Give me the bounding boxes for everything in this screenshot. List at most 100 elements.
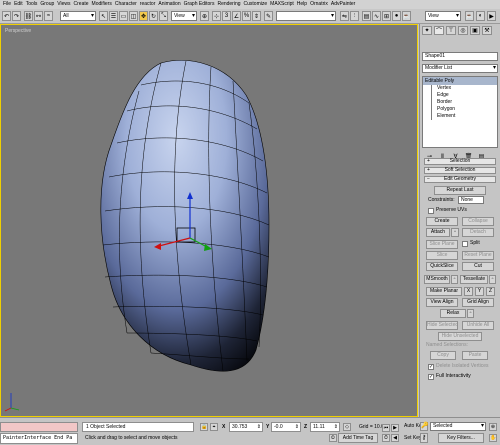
layer-manager-icon[interactable]: ▤ — [362, 11, 371, 21]
make-planar-button[interactable]: Make Planar — [426, 287, 462, 296]
render-scene-icon[interactable]: ☕ — [402, 11, 411, 21]
perspective-viewport[interactable]: Perspective — [0, 24, 418, 417]
hide-selected-button[interactable]: Hide Selected — [426, 321, 458, 330]
menu-tools[interactable]: Tools — [26, 0, 38, 9]
create-tab-icon[interactable]: ✦ — [422, 26, 432, 35]
hide-unselected-button[interactable]: Hide Unselected — [438, 332, 482, 341]
time-tag-icon[interactable]: ⏲ — [329, 434, 337, 442]
undo-icon[interactable]: ↶ — [2, 11, 11, 21]
scale-icon[interactable]: ⤡ — [159, 11, 168, 21]
menu-customize[interactable]: Customize — [244, 0, 268, 9]
key-selection-dropdown[interactable]: Selected — [430, 422, 486, 431]
planar-z-button[interactable]: Z — [486, 287, 495, 296]
object-name-field[interactable]: Shape01 — [422, 52, 498, 61]
time-config-icon[interactable]: ⏱ — [382, 434, 390, 442]
spinner-snap-icon[interactable]: ⇕ — [252, 11, 261, 21]
unlink-icon[interactable]: ⚯ — [34, 11, 43, 21]
menu-animation[interactable]: Animation — [158, 0, 180, 9]
attach-button[interactable]: Attach — [426, 228, 450, 237]
soft-selection-rollout[interactable]: Soft Selection — [424, 167, 496, 174]
relax-settings-button[interactable]: ▫ — [467, 309, 474, 318]
menu-modifiers[interactable]: Modifiers — [92, 0, 112, 9]
tessellate-button[interactable]: Tessellate — [460, 275, 488, 284]
x-coord-field[interactable]: 30.753 — [229, 422, 263, 432]
stack-item-element[interactable]: Element — [423, 113, 497, 120]
unhide-all-button[interactable]: Unhide All — [462, 321, 494, 330]
select-manipulate-icon[interactable]: ⊹ — [212, 11, 221, 21]
auto-key-icon[interactable]: 🔑 — [420, 422, 428, 431]
view-align-button[interactable]: View Align — [426, 298, 458, 307]
maxscript-output[interactable]: PainterInterface End Pa — [0, 433, 78, 444]
menu-character[interactable]: Character — [115, 0, 137, 9]
active-shade-icon[interactable]: ◐ — [476, 11, 485, 21]
slice-button[interactable]: Slice — [426, 251, 458, 260]
selection-rollout[interactable]: Selection — [424, 158, 496, 165]
detach-button[interactable]: Detach — [462, 228, 494, 237]
msmooth-button[interactable]: MSmooth — [424, 275, 450, 284]
modify-tab-icon[interactable]: ⌒ — [434, 26, 444, 35]
menu-group[interactable]: Group — [40, 0, 54, 9]
menu-reactor[interactable]: reactor — [140, 0, 156, 9]
move-icon[interactable]: ✥ — [139, 11, 148, 21]
named-selection-dropdown[interactable] — [276, 11, 336, 21]
collapse-button[interactable]: Collapse — [462, 217, 494, 226]
planar-y-button[interactable]: Y — [475, 287, 484, 296]
redo-icon[interactable]: ↷ — [12, 11, 21, 21]
menu-maxscript[interactable]: MAXScript — [270, 0, 294, 9]
utilities-tab-icon[interactable]: ⚒ — [482, 26, 492, 35]
mirror-icon[interactable]: ⇋ — [340, 11, 349, 21]
menu-help[interactable]: Help — [297, 0, 307, 9]
repeat-last-button[interactable]: Repeat Last — [434, 186, 486, 195]
msmooth-settings-button[interactable]: ▫ — [451, 275, 458, 284]
modifier-list-dropdown[interactable]: Modifier List — [422, 64, 498, 73]
window-crossing-icon[interactable]: ◫ — [129, 11, 138, 21]
select-link-icon[interactable]: ⛓ — [24, 11, 33, 21]
ref-coord-dropdown[interactable]: View — [171, 11, 197, 21]
stack-item-vertex[interactable]: Vertex — [423, 85, 497, 92]
pivot-icon[interactable]: ⊕ — [200, 11, 209, 21]
slice-plane-button[interactable]: Slice Plane — [426, 240, 458, 249]
z-coord-field[interactable]: 11.11 — [310, 422, 340, 432]
menu-views[interactable]: Views — [57, 0, 70, 9]
adaptive-degradation-icon[interactable]: ◇ — [343, 423, 351, 431]
menu-file[interactable]: File — [3, 0, 11, 9]
attach-settings-button[interactable]: ▫ — [451, 228, 459, 237]
select-by-name-icon[interactable]: ☰ — [109, 11, 118, 21]
bind-space-warp-icon[interactable]: ≈ — [44, 11, 53, 21]
edit-named-sel-icon[interactable]: ✎ — [264, 11, 273, 21]
stack-item-polygon[interactable]: Polygon — [423, 106, 497, 113]
rect-selection-icon[interactable]: ▭ — [119, 11, 128, 21]
motion-tab-icon[interactable]: ◎ — [458, 26, 468, 35]
selection-filter-dropdown[interactable]: All — [60, 11, 96, 21]
hierarchy-tab-icon[interactable]: ⊤ — [446, 26, 456, 35]
stack-item-border[interactable]: Border — [423, 99, 497, 106]
prev-frame-icon[interactable]: ◀ — [391, 434, 399, 442]
schematic-view-icon[interactable]: ⊞ — [382, 11, 391, 21]
split-checkbox[interactable] — [462, 241, 468, 247]
cut-button[interactable]: Cut — [462, 262, 494, 271]
tessellate-settings-button[interactable]: ▫ — [489, 275, 496, 284]
full-interactivity-checkbox[interactable]: ✓ — [428, 374, 434, 380]
delete-isolated-checkbox[interactable]: ✓ — [428, 364, 434, 370]
lock-selection-icon[interactable]: 🔒 — [200, 423, 208, 431]
select-object-icon[interactable]: ↖ — [99, 11, 108, 21]
zoom-extents-icon[interactable]: ⊕ — [489, 423, 497, 431]
reset-plane-button[interactable]: Reset Plane — [462, 251, 494, 260]
menu-ornatrix[interactable]: Ornatrix — [310, 0, 328, 9]
paste-button[interactable]: Paste — [462, 351, 488, 360]
angle-snap-icon[interactable]: ∠ — [232, 11, 241, 21]
align-icon[interactable]: ⫶ — [350, 11, 359, 21]
display-tab-icon[interactable]: ▣ — [470, 26, 480, 35]
menu-edit[interactable]: Edit — [14, 0, 23, 9]
y-coord-field[interactable]: -0.0 — [271, 422, 301, 432]
relax-button[interactable]: Relax — [440, 309, 466, 318]
edit-geometry-rollout[interactable]: Edit Geometry — [424, 176, 496, 183]
material-editor-icon[interactable]: ● — [392, 11, 401, 21]
quick-render-icon[interactable]: ☕ — [465, 11, 474, 21]
create-button[interactable]: Create — [426, 217, 458, 226]
menu-advpainter[interactable]: AdvPainter — [331, 0, 355, 9]
render-last-icon[interactable]: ▶ — [487, 11, 496, 21]
render-view-dropdown[interactable]: View — [425, 11, 461, 21]
grid-align-button[interactable]: Grid Align — [462, 298, 494, 307]
pan-icon[interactable]: ✋ — [489, 434, 497, 442]
